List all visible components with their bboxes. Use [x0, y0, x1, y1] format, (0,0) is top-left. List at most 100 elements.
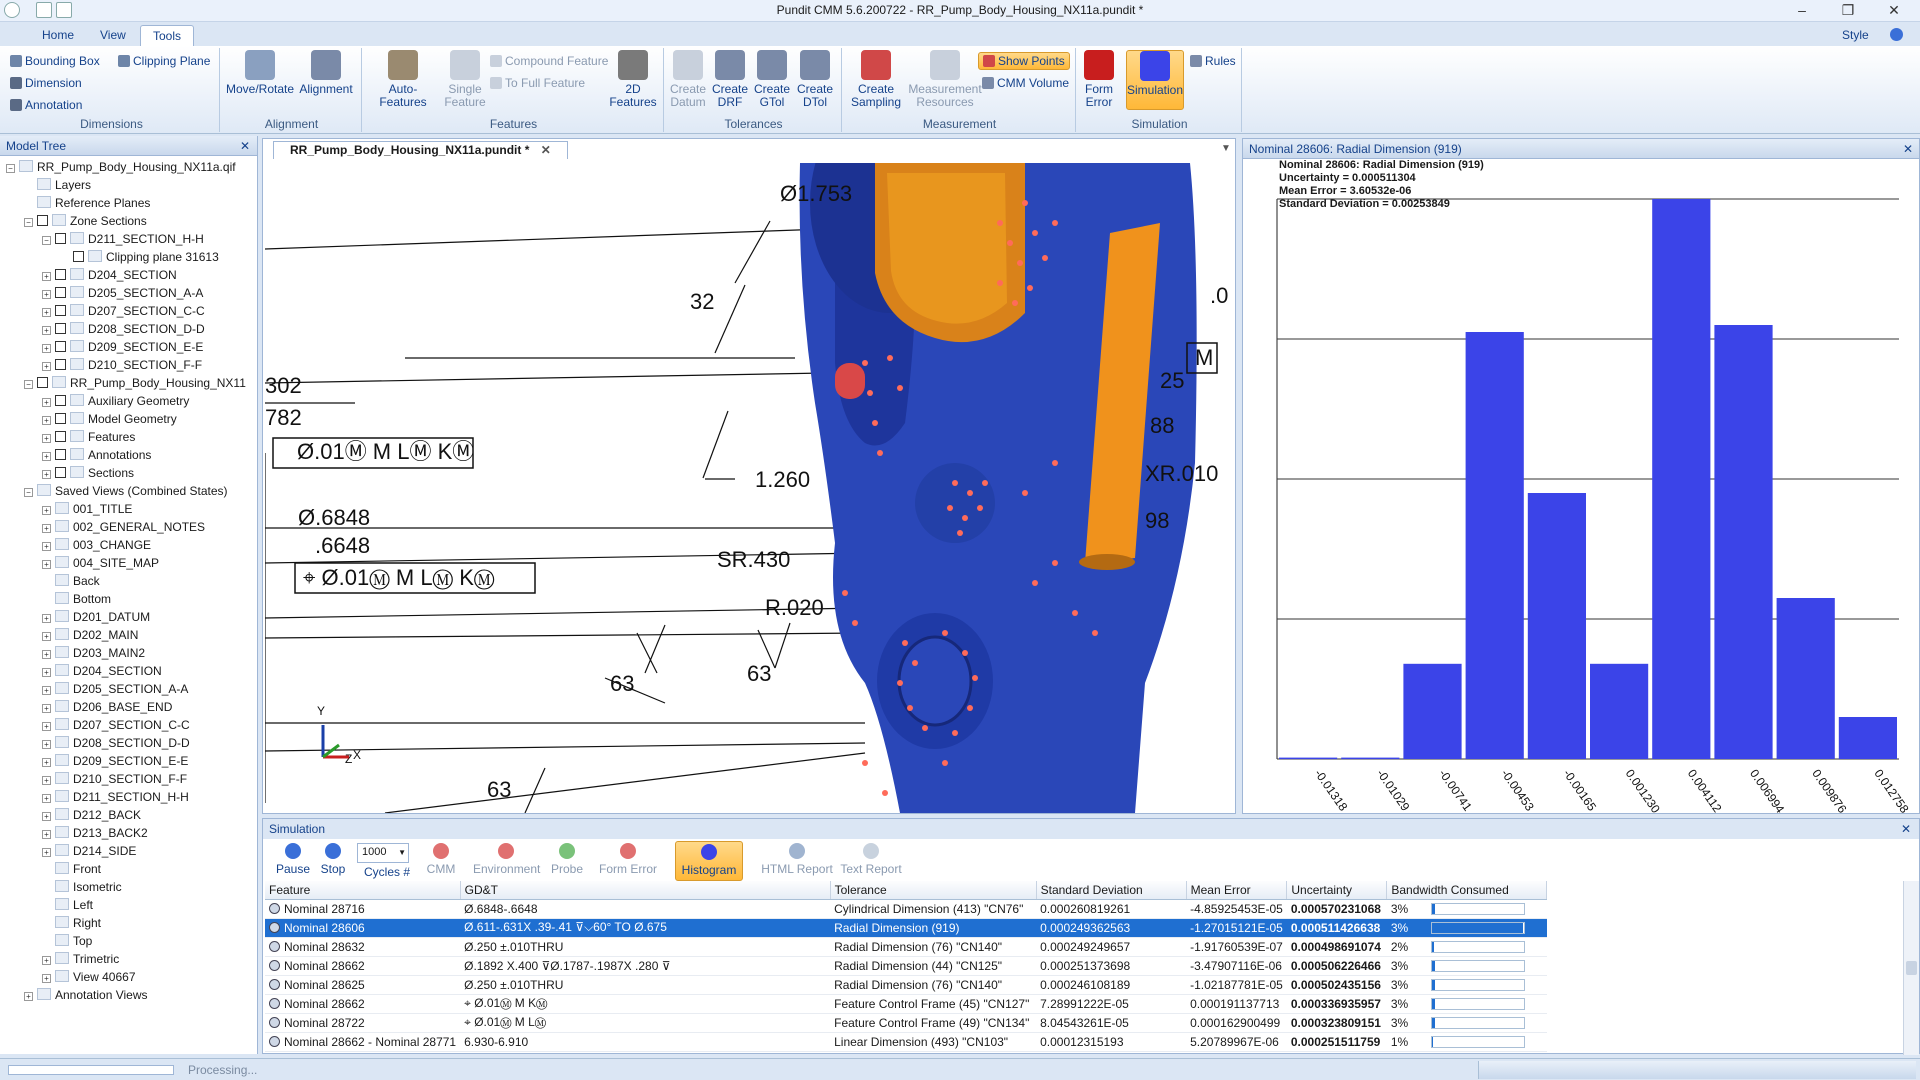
tree-node[interactable]: + Sections — [42, 464, 134, 482]
tree-expander-icon[interactable]: + — [42, 326, 51, 335]
table-row[interactable]: Nominal 28632 Ø.250 ±.010THRU Radial Dimen… — [265, 937, 1547, 957]
tree-expander-icon[interactable]: − — [42, 236, 51, 245]
document-tab[interactable]: RR_Pump_Body_Housing_NX11a.pundit * ✕ — [273, 141, 568, 159]
tree-expander-icon[interactable]: + — [42, 452, 51, 461]
tree-node[interactable]: +003_CHANGE — [42, 536, 151, 554]
move-rotate-button[interactable]: Move/Rotate — [226, 50, 294, 96]
tree-expander-icon[interactable]: + — [42, 344, 51, 353]
tree-node[interactable]: + D205_SECTION_A-A — [42, 680, 188, 698]
sim-tool-histogram[interactable]: Histogram — [675, 841, 743, 881]
cmm-volume-button[interactable]: CMM Volume — [982, 76, 1069, 90]
tree-node[interactable]: + Auxiliary Geometry — [42, 392, 189, 410]
alignment-button[interactable]: Alignment — [296, 50, 356, 96]
table-row[interactable]: Nominal 28716 Ø.6848-.6648 Cylindrical Dim… — [265, 899, 1547, 919]
show-points-button[interactable]: Show Points — [978, 52, 1070, 70]
table-row[interactable]: Nominal 28606 Ø.611-.631X .39-.41 ⊽⌵60° T… — [265, 918, 1547, 938]
tree-expander-icon[interactable]: + — [42, 524, 51, 533]
tree-expander-icon[interactable]: − — [6, 164, 15, 173]
tree-expander-icon[interactable]: + — [42, 704, 51, 713]
tree-expander-icon[interactable]: + — [42, 956, 51, 965]
tree-expander-icon[interactable]: + — [42, 722, 51, 731]
table-row[interactable]: Nominal 28662 ⌖ Ø.01Ⓜ M KⓂ Feature Control… — [265, 994, 1547, 1014]
tree-node[interactable]: + D206_BASE_END — [42, 698, 172, 716]
tree-node[interactable]: − RR_Pump_Body_Housing_NX11 — [24, 374, 246, 392]
simulation-button[interactable]: Simulation — [1126, 50, 1184, 110]
tree-expander-icon[interactable]: + — [42, 632, 51, 641]
tree-checkbox[interactable] — [55, 341, 66, 352]
dimension-button[interactable]: Dimension — [10, 76, 82, 90]
tree-checkbox[interactable] — [55, 359, 66, 370]
tab-dropdown-icon[interactable]: ▼ — [1221, 143, 1231, 154]
tree-expander-icon[interactable]: + — [42, 740, 51, 749]
tree-checkbox[interactable] — [55, 233, 66, 244]
tree-node[interactable]: − RR_Pump_Body_Housing_NX11a.qif — [6, 158, 236, 176]
style-menu[interactable]: Style — [1830, 25, 1881, 46]
close-button[interactable]: ✕ — [1872, 0, 1916, 22]
tree-expander-icon[interactable]: + — [24, 992, 33, 1001]
tab-view[interactable]: View — [88, 25, 138, 46]
tree-node[interactable]: Top — [42, 932, 92, 950]
tree-expander-icon[interactable]: + — [42, 776, 51, 785]
tree-checkbox[interactable] — [55, 395, 66, 406]
vertical-scrollbar[interactable] — [1903, 881, 1919, 1055]
tree-expander-icon[interactable]: + — [42, 614, 51, 623]
restore-button[interactable]: ❐ — [1826, 0, 1870, 22]
tree-node[interactable]: + D210_SECTION_F-F — [42, 356, 202, 374]
cycles-select[interactable]: 1000 ▼ — [357, 843, 409, 863]
tree-checkbox[interactable] — [55, 269, 66, 280]
tree-expander-icon[interactable]: + — [42, 686, 51, 695]
tree-node[interactable]: − Zone Sections — [24, 212, 147, 230]
tree-node[interactable]: + D210_SECTION_F-F — [42, 770, 187, 788]
sim-tool-pause[interactable]: Pause — [275, 841, 311, 881]
form-error-button[interactable]: Form Error — [1080, 50, 1118, 109]
measurement-resources-button[interactable]: Measurement Resources — [906, 50, 984, 109]
tree-expander-icon[interactable]: − — [24, 218, 33, 227]
tree-node[interactable]: Left — [42, 896, 93, 914]
tree-expander-icon[interactable]: + — [42, 830, 51, 839]
tree-expander-icon[interactable]: + — [42, 470, 51, 479]
tree-expander-icon[interactable]: + — [42, 848, 51, 857]
tree-node[interactable]: +001_TITLE — [42, 500, 132, 518]
bounding-box-button[interactable]: Bounding Box — [10, 54, 100, 68]
tree-checkbox[interactable] — [55, 467, 66, 478]
tree-node[interactable]: + D209_SECTION_E-E — [42, 752, 188, 770]
tree-node[interactable]: +004_SITE_MAP — [42, 554, 159, 572]
close-icon[interactable]: ✕ — [541, 143, 551, 157]
tree-node[interactable]: + D202_MAIN — [42, 626, 138, 644]
tree-node[interactable]: − D211_SECTION_H-H — [42, 230, 204, 248]
tree-checkbox[interactable] — [55, 305, 66, 316]
sim-tool-form-error[interactable]: Form Error — [597, 841, 659, 881]
tree-node[interactable]: Reference Planes — [24, 194, 150, 212]
tree-node[interactable]: Layers — [24, 176, 91, 194]
table-row[interactable]: Nominal 28722 ⌖ Ø.01Ⓜ M LⓂ Feature Control… — [265, 1013, 1547, 1033]
sim-tool-text-report[interactable]: Text Report — [835, 841, 907, 881]
single-feature-button[interactable]: Single Feature — [442, 50, 488, 109]
to-full-feature-button[interactable]: To Full Feature — [490, 76, 585, 90]
tree-checkbox[interactable] — [55, 287, 66, 298]
help-icon[interactable] — [1890, 28, 1903, 41]
tree-expander-icon[interactable]: + — [42, 416, 51, 425]
create-drf-button[interactable]: Create DRF — [710, 50, 750, 109]
clipping-plane-button[interactable]: Clipping Plane — [118, 54, 210, 68]
tree-expander-icon[interactable]: + — [42, 560, 51, 569]
tree-expander-icon[interactable]: − — [24, 488, 33, 497]
column-header[interactable]: Feature — [265, 881, 461, 900]
sim-tool-cmm[interactable]: CMM — [423, 841, 459, 881]
create-gtol-button[interactable]: Create GTol — [752, 50, 792, 109]
tree-node[interactable]: Isometric — [42, 878, 122, 896]
tree-node[interactable]: Back — [42, 572, 100, 590]
tree-checkbox[interactable] — [37, 377, 48, 388]
tree-node[interactable]: + D207_SECTION_C-C — [42, 716, 190, 734]
tree-expander-icon[interactable]: + — [42, 542, 51, 551]
column-header[interactable]: Uncertainty — [1286, 881, 1388, 900]
create-datum-button[interactable]: Create Datum — [668, 50, 708, 109]
table-row[interactable]: Nominal 28662 - Nominal 28771 6.930-6.910… — [265, 1032, 1547, 1052]
tree-node[interactable]: Front — [42, 860, 101, 878]
tree-checkbox[interactable] — [55, 323, 66, 334]
minimize-button[interactable]: – — [1780, 0, 1824, 22]
tab-home[interactable]: Home — [30, 25, 86, 46]
table-row[interactable]: Nominal 28662 Ø.1892 X.400 ⊽Ø.1787-.1987X… — [265, 956, 1547, 976]
tree-expander-icon[interactable]: + — [42, 668, 51, 677]
tab-tools[interactable]: Tools — [140, 25, 195, 46]
tree-expander-icon[interactable]: + — [42, 794, 51, 803]
